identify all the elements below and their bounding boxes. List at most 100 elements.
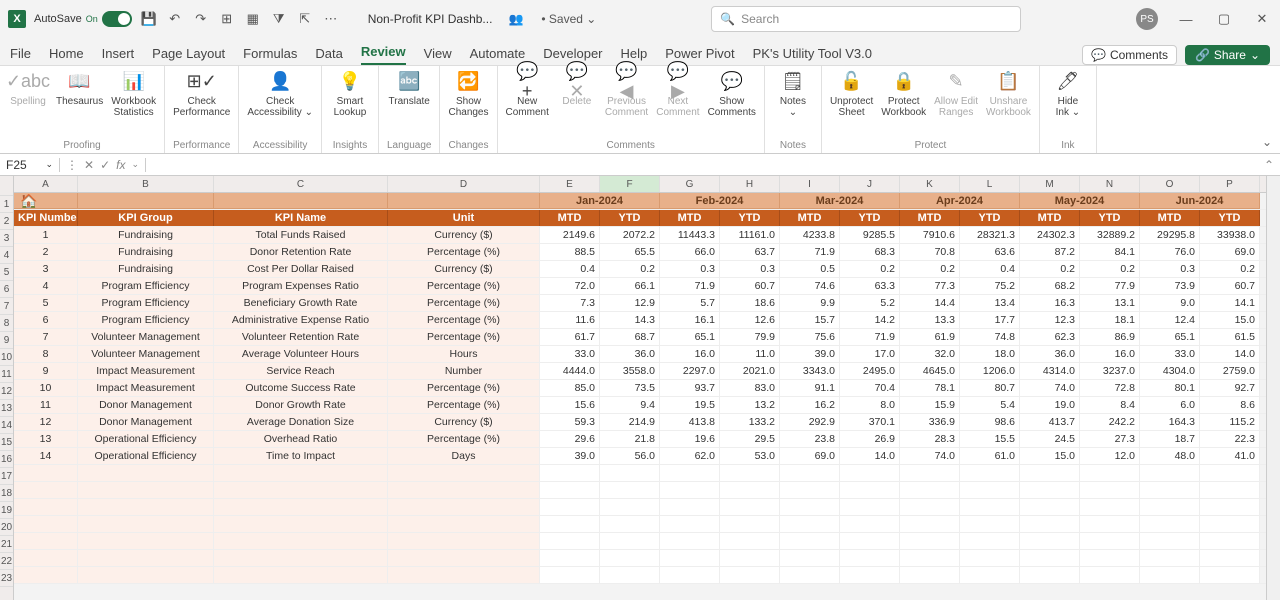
row-header[interactable]: 12 <box>0 383 13 400</box>
cell-unit[interactable]: Number <box>388 363 540 379</box>
tab-file[interactable]: File <box>10 46 31 65</box>
cell-empty[interactable] <box>78 499 214 515</box>
row-header[interactable]: 14 <box>0 417 13 434</box>
cell-value[interactable]: 13.2 <box>720 397 780 413</box>
cell-value[interactable]: 5.7 <box>660 295 720 311</box>
grid-icon[interactable]: ⊞ <box>218 10 236 28</box>
cell-value[interactable]: 11.6 <box>540 312 600 328</box>
cell-kpi-group[interactable]: Program Efficiency <box>78 312 214 328</box>
cell-value[interactable]: 12.6 <box>720 312 780 328</box>
cell-value[interactable]: 15.0 <box>1200 312 1260 328</box>
cell-value[interactable]: 71.9 <box>780 244 840 260</box>
tab-page-layout[interactable]: Page Layout <box>152 46 225 65</box>
cell-value[interactable]: 62.0 <box>660 448 720 464</box>
cell-unit[interactable]: Percentage (%) <box>388 295 540 311</box>
accept-fx-icon[interactable]: ✓ <box>100 158 110 172</box>
row-header[interactable]: 19 <box>0 502 13 519</box>
cell-empty[interactable] <box>720 499 780 515</box>
cell-empty[interactable] <box>1020 465 1080 481</box>
cell-empty[interactable] <box>960 499 1020 515</box>
cell-kpi-group[interactable]: Program Efficiency <box>78 295 214 311</box>
cell-value[interactable]: 5.4 <box>960 397 1020 413</box>
cell-empty[interactable] <box>960 516 1020 532</box>
cell-value[interactable]: 62.3 <box>1020 329 1080 345</box>
cell-value[interactable]: 33938.0 <box>1200 227 1260 243</box>
cell-value[interactable]: 13.3 <box>900 312 960 328</box>
cell-kpi-group[interactable]: Volunteer Management <box>78 329 214 345</box>
cell-empty[interactable] <box>660 465 720 481</box>
cell-value[interactable]: 19.5 <box>660 397 720 413</box>
cell-unit[interactable]: Percentage (%) <box>388 329 540 345</box>
cell-empty[interactable] <box>1200 482 1260 498</box>
cell-value[interactable]: 84.1 <box>1080 244 1140 260</box>
cell-kpi-name[interactable]: Overhead Ratio <box>214 431 388 447</box>
cell-value[interactable]: 75.2 <box>960 278 1020 294</box>
cell-value[interactable]: 17.7 <box>960 312 1020 328</box>
cell-empty[interactable] <box>660 482 720 498</box>
cell-empty[interactable] <box>78 465 214 481</box>
cell-empty[interactable] <box>540 482 600 498</box>
row-header[interactable]: 20 <box>0 519 13 536</box>
cell-value[interactable]: 14.0 <box>840 448 900 464</box>
cell-value[interactable]: 8.4 <box>1080 397 1140 413</box>
cell-value[interactable]: 60.7 <box>720 278 780 294</box>
cell-empty[interactable] <box>1140 550 1200 566</box>
cell-value[interactable]: 61.5 <box>1200 329 1260 345</box>
cell-value[interactable]: 1206.0 <box>960 363 1020 379</box>
col-header-M[interactable]: M <box>1020 176 1080 192</box>
ribbon-workbook-button[interactable]: 📊WorkbookStatistics <box>111 70 156 118</box>
autosave-toggle[interactable]: AutoSave On <box>34 11 132 27</box>
cell-value[interactable]: 0.3 <box>720 261 780 277</box>
cell-empty[interactable] <box>900 482 960 498</box>
cell-value[interactable]: 164.3 <box>1140 414 1200 430</box>
cell-empty[interactable] <box>1020 567 1080 583</box>
cell-value[interactable]: 3237.0 <box>1080 363 1140 379</box>
cell-value[interactable]: 73.9 <box>1140 278 1200 294</box>
col-header-K[interactable]: K <box>900 176 960 192</box>
cell-value[interactable]: 18.0 <box>960 346 1020 362</box>
cell-value[interactable]: 72.0 <box>540 278 600 294</box>
cell-empty[interactable] <box>14 567 78 583</box>
cell-value[interactable]: 14.4 <box>900 295 960 311</box>
home-icon[interactable]: 🏠 <box>14 193 78 209</box>
cell-kpi-group[interactable]: Fundraising <box>78 244 214 260</box>
cell-empty[interactable] <box>1140 499 1200 515</box>
cell-empty[interactable] <box>1080 533 1140 549</box>
ribbon-show-button[interactable]: 🔁ShowChanges <box>448 70 488 118</box>
cell-value[interactable]: 76.0 <box>1140 244 1200 260</box>
cell-value[interactable]: 133.2 <box>720 414 780 430</box>
cell-empty[interactable] <box>960 533 1020 549</box>
cell-empty[interactable] <box>720 533 780 549</box>
cell-kpi-name[interactable]: Donor Growth Rate <box>214 397 388 413</box>
cell-empty[interactable] <box>1080 516 1140 532</box>
cell-value[interactable]: 16.0 <box>660 346 720 362</box>
cell-value[interactable]: 75.6 <box>780 329 840 345</box>
cell-value[interactable]: 61.9 <box>900 329 960 345</box>
cell-value[interactable]: 2149.6 <box>540 227 600 243</box>
cell-value[interactable]: 6.0 <box>1140 397 1200 413</box>
cell-kpi-number[interactable]: 8 <box>14 346 78 362</box>
cell-empty[interactable] <box>14 482 78 498</box>
cell-unit[interactable]: Currency ($) <box>388 227 540 243</box>
cell-empty[interactable] <box>1080 499 1140 515</box>
row-header[interactable]: 17 <box>0 468 13 485</box>
row-header[interactable]: 4 <box>0 247 13 264</box>
cell-value[interactable]: 80.1 <box>1140 380 1200 396</box>
cell-value[interactable]: 61.0 <box>960 448 1020 464</box>
cell-value[interactable]: 80.7 <box>960 380 1020 396</box>
search-input[interactable]: 🔍 Search <box>711 6 1021 32</box>
cell-value[interactable]: 0.2 <box>1080 261 1140 277</box>
cell-value[interactable]: 12.9 <box>600 295 660 311</box>
saved-status[interactable]: • Saved ⌄ <box>541 12 596 26</box>
cell-value[interactable]: 29.5 <box>720 431 780 447</box>
cell-value[interactable]: 9285.5 <box>840 227 900 243</box>
cell-kpi-group[interactable]: Donor Management <box>78 397 214 413</box>
cell-empty[interactable] <box>1080 567 1140 583</box>
cell-value[interactable]: 77.3 <box>900 278 960 294</box>
cell-value[interactable]: 13.4 <box>960 295 1020 311</box>
cell-value[interactable]: 63.7 <box>720 244 780 260</box>
cell-empty[interactable] <box>540 499 600 515</box>
col-header-B[interactable]: B <box>78 176 214 192</box>
row-header[interactable]: 10 <box>0 349 13 366</box>
cell-value[interactable]: 0.2 <box>840 261 900 277</box>
